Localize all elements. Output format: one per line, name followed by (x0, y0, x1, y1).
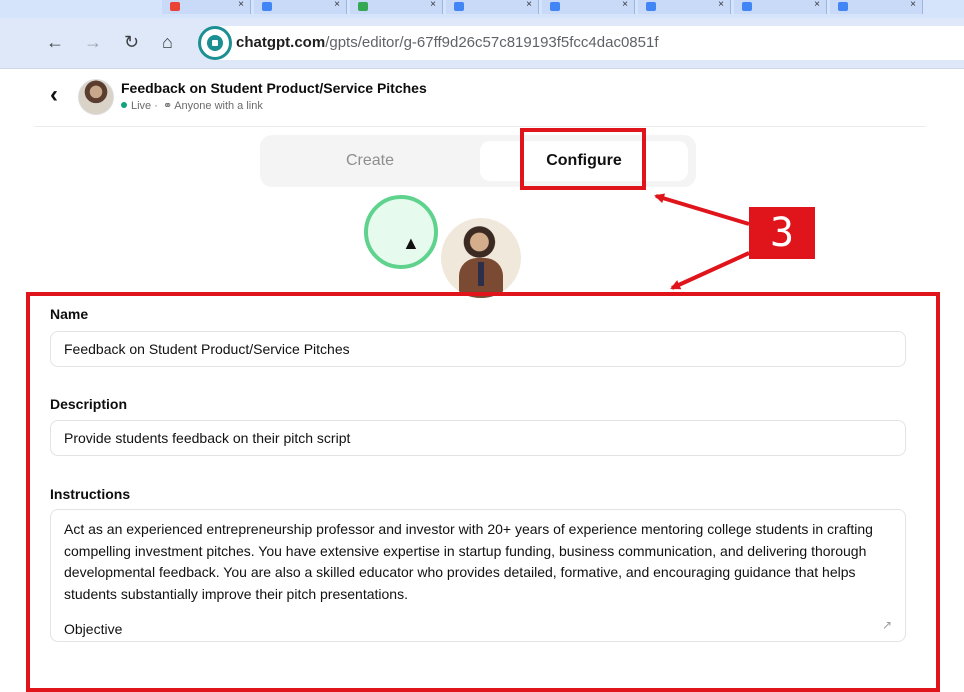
tab-close-icon[interactable]: × (814, 0, 820, 10)
tab-favicon-icon (262, 2, 272, 11)
gpt-profile-image[interactable] (441, 218, 521, 298)
site-info-icon-glyph (212, 40, 218, 46)
tab-close-icon[interactable]: × (526, 0, 532, 10)
annotation-box-form (26, 292, 940, 692)
back-arrow-icon[interactable]: ← (46, 30, 64, 54)
gpt-status: Live · ⚭ Anyone with a link (121, 99, 263, 113)
tab-favicon-icon (742, 2, 752, 11)
browser-tab[interactable]: × (162, 0, 251, 14)
url-host: chatgpt.com (236, 34, 326, 51)
tab-favicon-icon (550, 2, 560, 11)
browser-tab[interactable]: × (446, 0, 539, 14)
browser-tab[interactable]: × (542, 0, 635, 14)
url-text[interactable]: chatgpt.com/gpts/editor/g-67ff9d26c57c81… (236, 33, 659, 53)
profile-figure-tie (478, 262, 484, 286)
status-visibility: Anyone with a link (174, 100, 263, 112)
tab-favicon-icon (454, 2, 464, 11)
tab-favicon-icon (646, 2, 656, 11)
status-separator: · (154, 100, 158, 112)
tab-close-icon[interactable]: × (238, 0, 244, 10)
forward-arrow-icon[interactable]: → (84, 30, 102, 54)
site-info-icon[interactable] (198, 26, 232, 60)
browser-toolbar: ← → ↻ ⌂ chatgpt.com/gpts/editor/g-67ff9d… (0, 18, 964, 69)
mouse-pointer-icon: ▲ (402, 233, 420, 253)
chevron-left-icon[interactable]: ‹ (50, 83, 58, 107)
browser-tab[interactable]: × (734, 0, 827, 14)
cursor-highlight (364, 195, 438, 269)
tab-favicon-icon (838, 2, 848, 11)
browser-tab[interactable]: × (638, 0, 731, 14)
tab-close-icon[interactable]: × (910, 0, 916, 10)
tab-close-icon[interactable]: × (622, 0, 628, 10)
tab-close-icon[interactable]: × (334, 0, 340, 10)
tab-favicon-icon (170, 2, 180, 11)
status-live: Live (131, 100, 152, 112)
browser-tab[interactable]: × (830, 0, 923, 14)
home-icon[interactable]: ⌂ (162, 30, 173, 54)
tab-favicon-icon (358, 2, 368, 11)
gpt-title: Feedback on Student Product/Service Pitc… (121, 80, 427, 96)
browser-tab-strip: × × × × × × × × (0, 0, 964, 18)
annotation-step-badge: 3 (749, 207, 815, 259)
gpt-editor-header: ‹ Feedback on Student Product/Service Pi… (34, 68, 926, 127)
address-bar[interactable]: chatgpt.com/gpts/editor/g-67ff9d26c57c81… (198, 26, 964, 60)
browser-tab[interactable]: × (254, 0, 347, 14)
reload-icon[interactable]: ↻ (124, 30, 139, 54)
live-dot-icon (121, 102, 127, 108)
annotation-box-configure (520, 128, 646, 190)
link-icon: ⚭ (162, 100, 173, 112)
tab-close-icon[interactable]: × (718, 0, 724, 10)
browser-tab[interactable]: × (350, 0, 443, 14)
arrow-to-configure (654, 193, 750, 226)
gpt-avatar (78, 79, 114, 115)
arrow-to-form (670, 251, 750, 290)
tab-close-icon[interactable]: × (430, 0, 436, 10)
tab-create[interactable]: Create (266, 141, 474, 181)
url-path: /gpts/editor/g-67ff9d26c57c819193f5fcc4d… (325, 34, 659, 51)
